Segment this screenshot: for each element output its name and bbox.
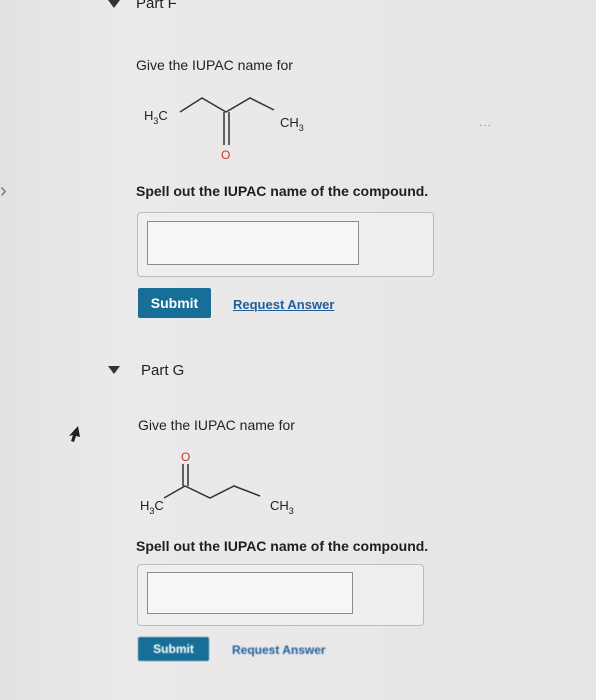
part-g-molecule: O H3C CH3 xyxy=(140,450,294,516)
part-f-instruction: Spell out the IUPAC name of the compound… xyxy=(136,183,429,199)
part-f-title[interactable]: Part F xyxy=(136,0,177,12)
part-g-oxygen: O xyxy=(181,450,190,464)
part-g-right-group: CH3 xyxy=(270,498,294,516)
part-g-left-group: H3C xyxy=(140,498,164,516)
part-g-request-answer-link[interactable]: Request Answer xyxy=(232,643,326,657)
chevron-right-icon[interactable]: › xyxy=(0,180,7,203)
screen: › ··· Part F Give the IUPAC name for H3C… xyxy=(0,0,596,700)
part-f-molecule: H3C CH3 O xyxy=(144,97,304,162)
part-g-bonds xyxy=(163,464,261,499)
part-g-submit-button[interactable]: Submit xyxy=(138,637,209,661)
part-f-answer-input[interactable] xyxy=(147,221,359,265)
part-g-prompt: Give the IUPAC name for xyxy=(138,417,295,433)
part-g-answer-box xyxy=(137,564,424,626)
collapse-caret-icon-g[interactable] xyxy=(108,366,120,374)
mouse-pointer-icon xyxy=(69,426,80,442)
part-f-left-group: H3C xyxy=(144,108,168,126)
part-g-title[interactable]: Part G xyxy=(141,362,184,379)
part-g-instruction: Spell out the IUPAC name of the compound… xyxy=(136,538,429,554)
part-f-right-group: CH3 xyxy=(280,115,304,133)
part-f-oxygen: O xyxy=(221,148,230,162)
collapse-caret-icon[interactable] xyxy=(108,0,120,8)
part-g-answer-input[interactable] xyxy=(147,572,353,614)
part-f-request-answer-link[interactable]: Request Answer xyxy=(233,297,334,312)
artifact-dots: ··· xyxy=(479,120,492,131)
part-f-answer-box xyxy=(137,212,434,277)
part-f-bonds xyxy=(179,97,275,145)
part-f-submit-button[interactable]: Submit xyxy=(138,288,211,318)
part-f-prompt: Give the IUPAC name for xyxy=(136,57,293,73)
